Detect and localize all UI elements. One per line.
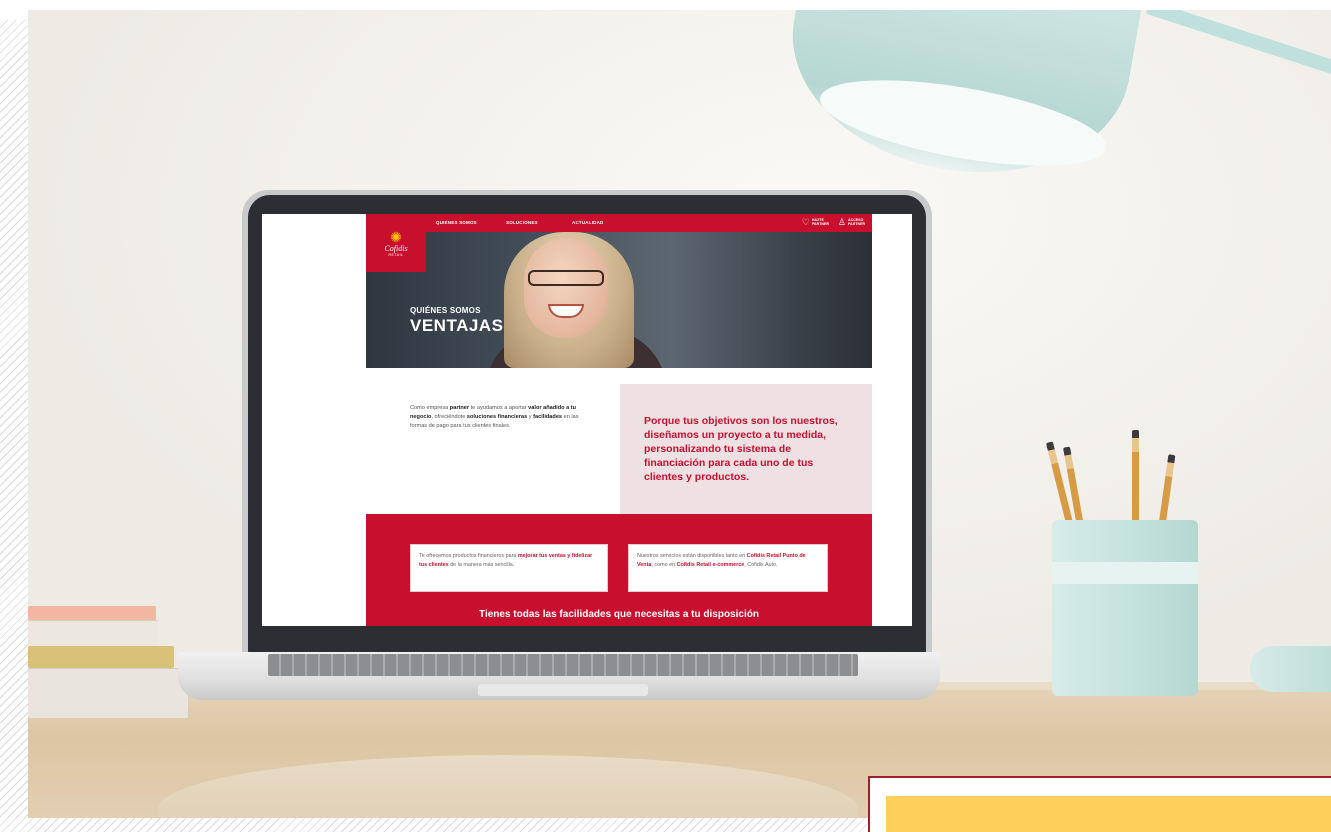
overlay-yellow-block (886, 796, 1331, 832)
intro-paragraph: Como empresa partner te ayudamos a aport… (410, 404, 590, 431)
cofidis-logo[interactable]: ✺ Cofidis RETAIL (366, 214, 426, 272)
card-right-text-1: Nuestros servicios están disponibles tan… (637, 553, 747, 559)
hatched-border-left (0, 20, 28, 832)
intro-text-2: te ayudamos a aportar (469, 405, 529, 411)
hero-person-face (524, 238, 608, 338)
card-left-text-1: Te ofrecemos productos financieros para (419, 553, 518, 559)
book (28, 620, 158, 646)
hero-pretitle: QUIÉNES SOMOS (410, 306, 481, 315)
nav-right-group: ♡ HAZTE PARTNER ♙ ACCESO PARTNER (802, 217, 866, 227)
user-icon: ♙ (837, 217, 846, 227)
book (28, 606, 156, 620)
hero-title: VENTAJAS (410, 316, 504, 335)
card-right-bold-2: Cofidis Retail e-commerce (676, 561, 745, 568)
pencil-holder-band (1052, 562, 1198, 584)
laptop-screen: QUIÉNES SOMOS SOLUCIONES ACTUALIDAD ♡ HA… (262, 214, 912, 626)
website: QUIÉNES SOMOS SOLUCIONES ACTUALIDAD ♡ HA… (366, 214, 872, 626)
pencil-holder (1052, 520, 1198, 696)
intro-bold-1: partner (449, 405, 470, 411)
logo-name: Cofidis (384, 243, 408, 253)
intro-text-3: , ofreciéndote (431, 414, 467, 420)
hero-person-glasses (528, 270, 604, 286)
lamp-base (1250, 646, 1331, 692)
card-right-text-3: , Cofidis Auto. (744, 561, 778, 568)
nav-item-soluciones[interactable]: SOLUCIONES (506, 220, 538, 225)
hazte-partner-link[interactable]: ♡ HAZTE PARTNER (802, 217, 830, 227)
card-right-text-2: , como en (651, 561, 677, 568)
hatched-border-bottom (0, 818, 900, 832)
intro-text-1: Como empresa (410, 405, 450, 411)
sun-logo-icon: ✺ (390, 228, 402, 245)
intro-bold-4: facilidades (533, 414, 563, 420)
acceso-partner-label: ACCESO PARTNER (848, 218, 866, 226)
feature-card-services: Nuestros servicios están disponibles tan… (628, 544, 828, 592)
highlight-text: Porque tus objetivos son los nuestros, d… (644, 415, 838, 483)
hazte-partner-label: HAZTE PARTNER (811, 218, 830, 226)
card-left-text-2: de la manera más sencilla. (448, 561, 515, 568)
feature-card-products: Te ofrecemos productos financieros para … (410, 544, 608, 592)
laptop-trackpad (478, 684, 648, 696)
band-title: Tienes todas las facilidades que necesit… (479, 609, 759, 620)
handshake-icon: ♡ (801, 217, 810, 227)
highlight-panel: Porque tus objetivos son los nuestros, d… (620, 384, 872, 514)
acceso-partner-link[interactable]: ♙ ACCESO PARTNER (838, 217, 866, 227)
book (28, 668, 188, 718)
site-nav-bar: QUIÉNES SOMOS SOLUCIONES ACTUALIDAD ♡ HA… (366, 214, 872, 232)
book (28, 646, 174, 668)
nav-item-quienes-somos[interactable]: QUIÉNES SOMOS (436, 220, 477, 225)
intro-bold-3: soluciones financieras (466, 414, 528, 420)
nav-item-actualidad[interactable]: ACTUALIDAD (572, 220, 604, 225)
logo-sub: RETAIL (388, 252, 404, 257)
laptop-keyboard (268, 654, 858, 676)
hero-banner (366, 232, 872, 368)
